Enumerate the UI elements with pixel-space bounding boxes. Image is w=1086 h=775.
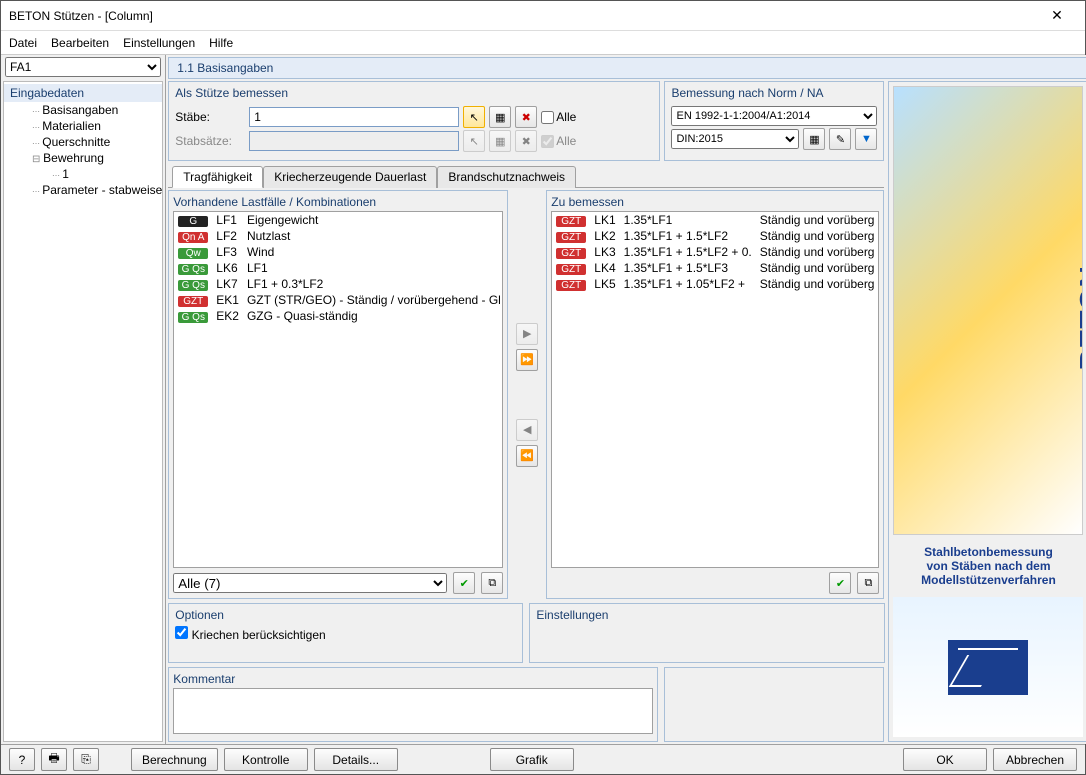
lc-filter-select[interactable]: Alle (7)	[173, 573, 447, 593]
new-icon[interactable]: ▦	[489, 106, 511, 128]
vendor-mark-icon	[948, 640, 1028, 695]
table-row[interactable]: GLF1Eigengewicht	[174, 212, 503, 228]
lc-check-icon[interactable]: ✔	[453, 572, 475, 594]
alle-stabsaetze-checkbox: Alle	[541, 134, 611, 148]
grafik-button[interactable]: Grafik	[490, 748, 574, 771]
table-row[interactable]: GZTLK21.35*LF1 + 1.5*LF2Ständig und vorü…	[552, 228, 878, 244]
case-selector[interactable]: FA1	[5, 57, 161, 77]
pick-icon[interactable]: ↖	[463, 106, 485, 128]
kriechen-checkbox[interactable]: Kriechen berücksichtigen	[175, 628, 325, 642]
logo-panel: BETON Stützen Stahlbetonbemessung von St…	[888, 81, 1086, 742]
table-row[interactable]: GZTEK1GZT (STR/GEO) - Ständig / vorüberg…	[174, 292, 503, 308]
delete-icon[interactable]: ✖	[515, 106, 537, 128]
tree-basisangaben[interactable]: Basisangaben	[4, 102, 162, 118]
nav-tree[interactable]: Eingabedaten Basisangaben Materialien Qu…	[3, 81, 163, 742]
left-panel: FA1 Eingabedaten Basisangaben Materialie…	[1, 55, 166, 744]
staebe-input[interactable]	[249, 107, 459, 127]
kontrolle-button[interactable]: Kontrolle	[224, 748, 308, 771]
optionen-title: Optionen	[175, 608, 516, 626]
tree-bewehrung[interactable]: Bewehrung	[4, 150, 162, 166]
table-row[interactable]: GZTLK51.35*LF1 + 1.05*LF2 +Ständig und v…	[552, 276, 878, 292]
lc-available-list[interactable]: GLF1EigengewichtQn ALF2NutzlastQwLF3Wind…	[173, 211, 503, 568]
group-optionen: Optionen Kriechen berücksichtigen	[168, 603, 523, 663]
lc-group2-icon[interactable]: ⧉	[857, 572, 879, 594]
kommentar-input[interactable]	[173, 688, 653, 734]
table-row[interactable]: QwLF3Wind	[174, 244, 503, 260]
section-title: 1.1 Basisangaben	[168, 57, 1086, 79]
help-icon[interactable]: ?	[9, 748, 35, 771]
logo-vendor	[893, 597, 1083, 737]
menu-bearbeiten[interactable]: Bearbeiten	[51, 36, 109, 50]
berechnung-button[interactable]: Berechnung	[131, 748, 218, 771]
group-einstellungen: Einstellungen	[529, 603, 884, 663]
tree-parameter[interactable]: Parameter - stabweise	[4, 182, 162, 198]
table-row[interactable]: GZTLK11.35*LF1Ständig und vorüberg	[552, 212, 878, 228]
move-right-icon[interactable]: ▶	[516, 323, 538, 345]
lc-selected-list[interactable]: GZTLK11.35*LF1Ständig und vorübergGZTLK2…	[551, 211, 879, 568]
logo-image: BETON Stützen	[893, 86, 1083, 535]
window-title: BETON Stützen - [Column]	[9, 9, 1037, 23]
table-row[interactable]: GZTLK41.35*LF1 + 1.5*LF3Ständig und vorü…	[552, 260, 878, 276]
tree-header[interactable]: Eingabedaten	[4, 84, 162, 102]
pick2-icon: ↖	[463, 130, 485, 152]
lc-check2-icon[interactable]: ✔	[829, 572, 851, 594]
logo-description: Stahlbetonbemessung von Stäben nach dem …	[893, 541, 1083, 591]
ok-button[interactable]: OK	[903, 748, 987, 771]
transfer-arrows: ▶ ⏩ ◀ ⏪	[514, 190, 540, 599]
norm-filter-icon[interactable]: ▼	[855, 128, 877, 150]
staebe-label: Stäbe:	[175, 110, 245, 124]
abbrechen-button[interactable]: Abbrechen	[993, 748, 1077, 771]
right-panel: 1.1 Basisangaben Als Stütze bemessen Stä…	[166, 55, 1086, 744]
group-kommentar-side	[664, 667, 884, 742]
tree-materialien[interactable]: Materialien	[4, 118, 162, 134]
menu-einstellungen[interactable]: Einstellungen	[123, 36, 195, 50]
lc-selected-title: Zu bemessen	[551, 195, 879, 211]
tab-tragfaehigkeit[interactable]: Tragfähigkeit	[172, 166, 263, 188]
details-button[interactable]: Details...	[314, 748, 398, 771]
norm-edit-icon[interactable]: ✎	[829, 128, 851, 150]
export-icon[interactable]: ⎘	[73, 748, 99, 771]
tabstrip: Tragfähigkeit Kriecherzeugende Dauerlast…	[168, 165, 884, 188]
group-norm: Bemessung nach Norm / NA EN 1992-1-1:200…	[664, 81, 884, 161]
bottom-bar: ? 🖶 ⎘ Berechnung Kontrolle Details... Gr…	[1, 744, 1085, 774]
na-select[interactable]: DIN:2015	[671, 129, 799, 149]
table-row[interactable]: G QsLK6LF1	[174, 260, 503, 276]
move-all-left-icon[interactable]: ⏪	[516, 445, 538, 467]
logo-big-text: BETON	[1074, 266, 1083, 370]
group-stuetze-title: Als Stütze bemessen	[175, 86, 653, 104]
table-row[interactable]: G QsEK2GZG - Quasi-ständig	[174, 308, 503, 324]
move-left-icon[interactable]: ◀	[516, 419, 538, 441]
norm-new-icon[interactable]: ▦	[803, 128, 825, 150]
menu-hilfe[interactable]: Hilfe	[209, 36, 233, 50]
loadcases-available: Vorhandene Lastfälle / Kombinationen GLF…	[168, 190, 508, 599]
einstellungen-title: Einstellungen	[536, 608, 877, 626]
lc-group-icon[interactable]: ⧉	[481, 572, 503, 594]
print-icon[interactable]: 🖶	[41, 748, 67, 771]
alle-staebe-checkbox[interactable]: Alle	[541, 110, 611, 124]
stabsaetze-input	[249, 131, 459, 151]
new2-icon: ▦	[489, 130, 511, 152]
kommentar-title: Kommentar	[173, 672, 653, 688]
titlebar: BETON Stützen - [Column] ✕	[1, 1, 1085, 31]
stabsaetze-label: Stabsätze:	[175, 134, 245, 148]
table-row[interactable]: GZTLK31.35*LF1 + 1.5*LF2 + 0.Ständig und…	[552, 244, 878, 260]
menu-datei[interactable]: Datei	[9, 36, 37, 50]
loadcases-selected: Zu bemessen GZTLK11.35*LF1Ständig und vo…	[546, 190, 884, 599]
table-row[interactable]: G QsLK7LF1 + 0.3*LF2	[174, 276, 503, 292]
tab-kriechen[interactable]: Kriecherzeugende Dauerlast	[263, 166, 437, 188]
close-icon[interactable]: ✕	[1037, 7, 1077, 24]
group-kommentar: Kommentar	[168, 667, 658, 742]
group-stuetze: Als Stütze bemessen Stäbe: ↖ ▦ ✖ Alle St…	[168, 81, 660, 161]
move-all-right-icon[interactable]: ⏩	[516, 349, 538, 371]
norm-select[interactable]: EN 1992-1-1:2004/A1:2014	[671, 106, 877, 126]
delete2-icon: ✖	[515, 130, 537, 152]
lc-available-title: Vorhandene Lastfälle / Kombinationen	[173, 195, 503, 211]
group-norm-title: Bemessung nach Norm / NA	[671, 86, 877, 104]
tree-bewehrung-1[interactable]: 1	[4, 166, 162, 182]
menubar: Datei Bearbeiten Einstellungen Hilfe	[1, 31, 1085, 55]
tab-brandschutz[interactable]: Brandschutznachweis	[437, 166, 576, 188]
tree-querschnitte[interactable]: Querschnitte	[4, 134, 162, 150]
table-row[interactable]: Qn ALF2Nutzlast	[174, 228, 503, 244]
